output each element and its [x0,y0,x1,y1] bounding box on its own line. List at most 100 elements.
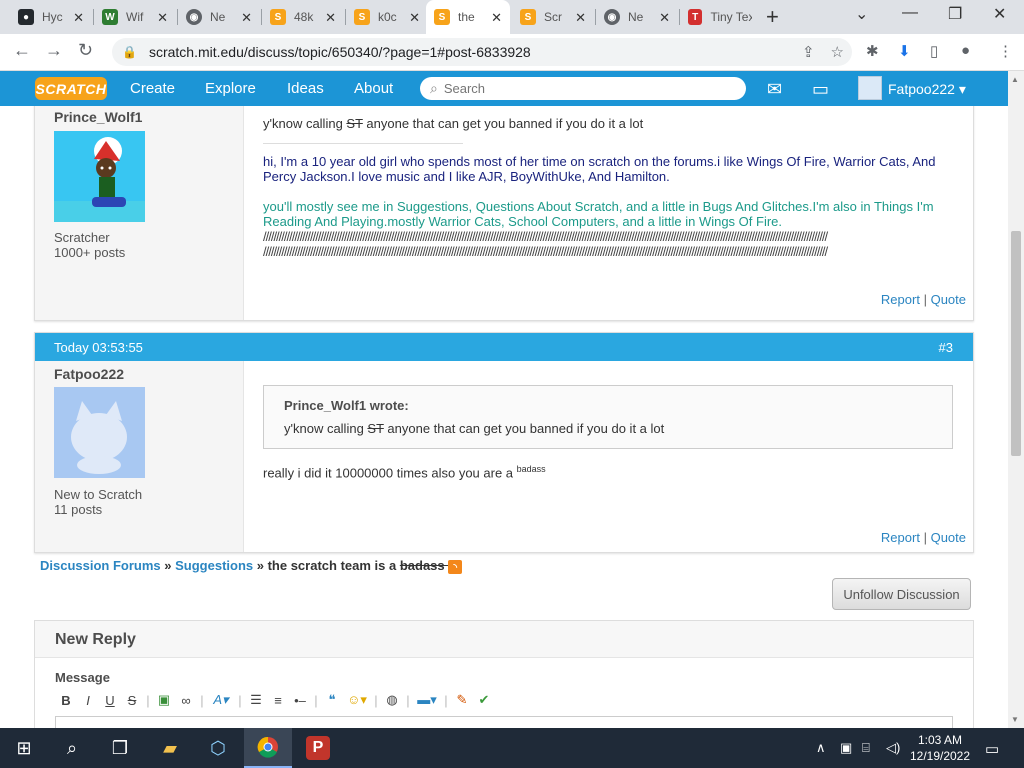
breadcrumb-forums[interactable]: Discussion Forums [40,558,161,573]
extensions-icon[interactable]: ✱ [866,42,879,60]
forum-post: Today 03:53:55 #3 Fatpoo222 New to Scrat… [34,332,974,553]
browser-tab[interactable]: S k0c ✕ [346,0,428,34]
taskbar-clock[interactable]: 1:03 AM 12/19/2022 [908,732,972,764]
browser-tab[interactable]: ◉ Ne ✕ [596,0,678,34]
browser-tab-active[interactable]: S the ✕ [426,0,510,34]
search-input[interactable] [443,81,724,96]
download-icon[interactable]: ⬇ [898,42,911,60]
profile-icon[interactable]: ● [961,42,970,59]
scratchblocks-icon[interactable]: ▬▾ [413,692,441,708]
tab-search-icon[interactable]: ⌄ [855,4,868,24]
address-bar[interactable]: 🔒 scratch.mit.edu/discuss/topic/650340/?… [112,38,852,66]
close-tab-icon[interactable]: ✕ [241,10,252,26]
browser-tab[interactable]: ◉ Ne ✕ [178,0,260,34]
close-tab-icon[interactable]: ✕ [325,10,336,26]
volume-icon[interactable]: ◁) [886,740,900,756]
globe-icon[interactable]: ◍ [381,692,403,708]
browser-tab[interactable]: W Wif ✕ [94,0,176,34]
font-color-icon[interactable]: A▾ [207,692,235,708]
italic-icon[interactable]: I [77,693,99,708]
search-icon[interactable]: ⌕ [48,728,96,768]
underline-icon[interactable]: U [99,693,121,708]
menu-kebab-icon[interactable]: ⋮ [998,42,1013,60]
side-panel-icon[interactable]: ▯ [930,42,938,60]
forward-icon[interactable]: → [45,40,63,61]
report-link[interactable]: Report [881,292,920,307]
back-icon[interactable]: ← [13,40,31,61]
post-number[interactable]: #3 [939,340,953,355]
nav-explore[interactable]: Explore [205,80,256,97]
scroll-down-icon[interactable]: ▼ [1011,715,1019,724]
reload-icon[interactable]: ↻ [78,40,93,61]
unfollow-discussion-button[interactable]: Unfollow Discussion [832,578,971,610]
message-textarea[interactable] [55,716,953,728]
post-actions: Report | Quote [880,292,966,307]
bookmark-star-icon[interactable]: ☆ [831,43,844,61]
close-tab-icon[interactable]: ✕ [575,10,586,26]
preview-check-icon[interactable]: ✔ [473,692,495,708]
network-icon[interactable]: ⌸ [862,740,870,756]
tray-app-icon[interactable]: ▣ [840,740,852,756]
close-tab-icon[interactable]: ✕ [659,10,670,26]
scroll-up-icon[interactable]: ▲ [1011,75,1019,84]
new-tab-icon[interactable]: + [766,4,779,30]
nav-about[interactable]: About [354,80,393,97]
minimize-icon[interactable]: — [902,4,918,22]
scratch-icon: S [270,9,286,25]
post-body: y'know calling ST anyone that can get yo… [263,116,953,259]
close-window-icon[interactable]: ✕ [993,4,1006,24]
my-stuff-icon[interactable]: ▭ [812,79,829,100]
messages-icon[interactable]: ✉ [767,79,782,100]
start-icon[interactable]: ⊞ [0,728,48,768]
virtualbox-icon[interactable]: ⬡ [194,728,242,768]
smiley-icon[interactable]: ☺▾ [343,692,371,708]
clean-icon[interactable]: ✎ [451,692,473,708]
share-icon[interactable]: ⇪ [802,43,815,61]
user-menu[interactable]: Fatpoo222 ▾ [888,81,966,98]
page-scrollbar[interactable]: ▲ ▼ [1008,71,1024,728]
post-author[interactable]: Fatpoo222 [54,366,124,382]
nav-ideas[interactable]: Ideas [287,80,324,97]
app-p-icon[interactable]: P [294,728,342,768]
lock-icon[interactable]: 🔒 [122,45,137,59]
quote-link[interactable]: Quote [931,530,966,545]
task-view-icon[interactable]: ❐ [96,728,144,768]
close-tab-icon[interactable]: ✕ [409,10,420,26]
close-tab-icon[interactable]: ✕ [73,10,84,26]
scratch-logo[interactable]: SCRATCH [35,77,107,100]
browser-tab[interactable]: S 48k ✕ [262,0,344,34]
close-tab-icon[interactable]: ✕ [157,10,168,26]
avatar[interactable] [858,76,882,100]
bullet-list-icon[interactable]: ☰ [245,692,267,708]
link-icon[interactable]: ∞ [175,693,197,708]
list-item-icon[interactable]: •– [289,693,311,708]
author-post-count: 1000+ posts [54,245,126,260]
breadcrumb-category[interactable]: Suggestions [175,558,253,573]
signature-divider [263,143,463,144]
report-link[interactable]: Report [881,530,920,545]
restore-icon[interactable]: ❐ [948,4,962,24]
quote-icon[interactable]: ❝ [321,692,343,708]
bold-icon[interactable]: B [55,693,77,708]
nav-create[interactable]: Create [130,80,175,97]
image-icon[interactable]: ▣ [153,692,175,708]
tray-overflow-icon[interactable]: ∧ [816,740,826,756]
avatar[interactable] [54,387,145,478]
notifications-icon[interactable]: ▭ [985,740,999,758]
chrome-icon[interactable] [244,728,292,768]
post-author[interactable]: Prince_Wolf1 [54,109,142,125]
strikethrough-icon[interactable]: S [121,693,143,708]
avatar[interactable] [54,131,145,222]
quote-link[interactable]: Quote [931,292,966,307]
post-actions: Report | Quote [880,530,966,545]
numbered-list-icon[interactable]: ≡ [267,693,289,708]
search-box[interactable]: ⌕ [420,77,746,100]
file-explorer-icon[interactable]: ▰ [146,728,194,768]
browser-tab[interactable]: ● Hyc ✕ [10,0,92,34]
browser-tab[interactable]: T Tiny Tex [680,0,760,34]
url-text: scratch.mit.edu/discuss/topic/650340/?pa… [148,44,531,60]
browser-tab[interactable]: S Scr ✕ [512,0,594,34]
scroll-thumb[interactable] [1011,231,1021,456]
rss-icon[interactable]: ◝ [448,559,463,574]
close-tab-icon[interactable]: ✕ [491,10,502,26]
